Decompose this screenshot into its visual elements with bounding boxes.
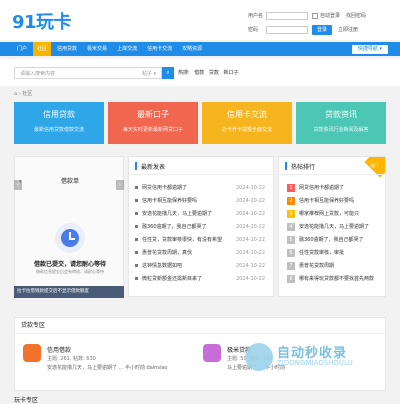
list-item[interactable]: 信用卡相互能保养好要吗 2024-10-22 bbox=[135, 194, 273, 207]
nav-item-guides[interactable]: 攻略资源 bbox=[178, 42, 206, 56]
search-input[interactable]: 请输入搜索内容 帖子 ▾ bbox=[14, 67, 162, 79]
latest-posts-panel: 最新发表 网贷信用卡都逾期了 2024-10-22 信用卡相互能保养好要吗 2024… bbox=[128, 156, 274, 297]
nav-item-community[interactable]: 社区 bbox=[33, 42, 52, 56]
card-desc: 办卡养卡提额全面交流 bbox=[221, 127, 272, 133]
forum-name[interactable]: 信用借款 bbox=[47, 345, 71, 354]
quick-nav-button[interactable]: 快捷导航 ▾ bbox=[351, 45, 388, 54]
rank-item[interactable]: 8 哪有来得玩贷款都不要找首先两款 bbox=[287, 272, 385, 285]
card-desc: 每天实时更新最新网贷口子 bbox=[122, 127, 183, 133]
hot-posts-panel: 热门 热帖排行 1 网贷信用卡都逾期了 2 信用卡相互能保养好要吗 3 哪家推荐网上贷… bbox=[278, 156, 386, 297]
breadcrumb-text[interactable]: › 社区 bbox=[19, 91, 33, 97]
slider-image: ‹ 借款单 借款已提交，请您耐心等待 借款信息提交后会有审核，请耐心等待 bbox=[15, 157, 123, 296]
search-icon: ⌕ bbox=[166, 69, 170, 76]
list-item[interactable]: 网贷信用卡都逾期了 2024-10-22 bbox=[135, 181, 273, 194]
hot-search: 热搜: 借款 贷款 新口子 bbox=[178, 69, 242, 76]
credit-loan-icon bbox=[23, 344, 41, 362]
auto-login-checkbox[interactable] bbox=[312, 12, 318, 19]
breadcrumb: ⌂ › 社区 bbox=[14, 90, 32, 97]
search-button[interactable]: ⌕ bbox=[162, 67, 174, 79]
hot-posts-title: 热帖排行 bbox=[291, 164, 316, 171]
slider-next-button[interactable]: › bbox=[116, 180, 124, 190]
search-placeholder: 请输入搜索内容 bbox=[20, 71, 56, 77]
category-cards: 信用贷款 最新信用贷款借款交流 最新口子 每天实时更新最新网贷口子 信用卡交流 … bbox=[14, 102, 386, 144]
chevron-down-icon: ▾ bbox=[379, 46, 382, 52]
rank-item[interactable]: 6 任性贷款审核，审批 bbox=[287, 246, 385, 259]
card-loan-news[interactable]: 贷款资讯 贷款资讯行业新闻及解答 bbox=[296, 102, 386, 144]
slider-status-desc: 借款信息提交后会有审核，请耐心等待 bbox=[36, 269, 104, 274]
jimi-loan-icon bbox=[203, 344, 221, 362]
quick-nav-label: 快捷导航 bbox=[357, 46, 378, 52]
card-title: 信用卡交流 bbox=[227, 110, 267, 119]
rank-item[interactable]: 1 网贷信用卡都逾期了 bbox=[287, 181, 385, 194]
list-item[interactable]: 这钟情急数据如吧 2024-10-22 bbox=[135, 259, 273, 272]
slider-prev-button[interactable]: ‹ bbox=[14, 180, 22, 190]
card-title: 信用贷款 bbox=[43, 110, 75, 119]
card-latest-offers[interactable]: 最新口子 每天实时更新最新网贷口子 bbox=[108, 102, 198, 144]
list-item[interactable]: 任性贷，贷款审核很快，有没有希望 2024-10-22 bbox=[135, 233, 273, 246]
login-button[interactable]: 登录 bbox=[312, 24, 333, 35]
username-input[interactable] bbox=[266, 11, 308, 20]
list-item[interactable]: 微粒贷新额金还需新目来了 2024-10-22 bbox=[135, 272, 273, 285]
forum-meta: 主题: 261, 帖数: 630 bbox=[47, 356, 96, 362]
card-title: 最新口子 bbox=[137, 110, 169, 119]
hot-term-1[interactable]: 借款 bbox=[194, 70, 204, 76]
watermark-subtext: ZIDONGMIAOSHOULU bbox=[277, 359, 353, 367]
password-label: 密码 bbox=[248, 27, 259, 33]
search-bar: 请输入搜索内容 帖子 ▾ ⌕ 热搜: 借款 贷款 新口子 bbox=[0, 59, 400, 86]
logo-text[interactable]: 91玩卡 bbox=[12, 12, 72, 33]
password-input[interactable] bbox=[266, 25, 308, 34]
slider-caption[interactable]: 拉卡拉借钱款提交后不显示借款额度 bbox=[14, 286, 124, 298]
watermark-logo-icon bbox=[245, 343, 273, 371]
search-scope-select[interactable]: 帖子 ▾ bbox=[142, 70, 156, 77]
list-item[interactable]: 安逸花能撸几天，马上要逾期了 2024-10-22 bbox=[135, 207, 273, 220]
site-logo[interactable]: 91玩卡 bbox=[12, 8, 72, 34]
nav-item-credit-card[interactable]: 信用卡交流 bbox=[143, 42, 176, 56]
register-link[interactable]: 立即注册 bbox=[338, 26, 358, 33]
card-desc: 最新信用贷款借款交流 bbox=[33, 127, 84, 133]
card-credit-card[interactable]: 信用卡交流 办卡养卡提额全面交流 bbox=[202, 102, 292, 144]
card-credit-loans[interactable]: 信用贷款 最新信用贷款借款交流 bbox=[14, 102, 104, 144]
rank-item[interactable]: 3 哪家推荐网上贷款，可能只 bbox=[287, 207, 385, 220]
clock-icon bbox=[55, 223, 85, 253]
nav-item-portal[interactable]: 门户 bbox=[13, 42, 31, 56]
main-nav: 门户 社区 信用贷款 极米交易 上岸交流 信用卡交流 攻略资源 快捷导航 ▾ bbox=[0, 42, 400, 56]
card-desc: 贷款资讯行业新闻及解答 bbox=[313, 127, 369, 133]
list-item[interactable]: 融360逾期了，我自己都哭了 2024-10-22 bbox=[135, 220, 273, 233]
card-title: 贷款资讯 bbox=[325, 110, 357, 119]
rank-item[interactable]: 2 信用卡相互能保养好要吗 bbox=[287, 194, 385, 207]
forgot-password-link[interactable]: 找回密码 bbox=[346, 12, 366, 19]
hot-term-3[interactable]: 新口子 bbox=[224, 70, 239, 76]
loan-zone-title: 贷款专区 bbox=[15, 318, 385, 334]
forum-item-credit-loan[interactable]: 信用借款 主题: 261, 帖数: 630 安逸花能撸几天，马上要逾期了 ...… bbox=[23, 344, 173, 384]
site-header: 91玩卡 用户名 自动登录 找回密码 密码 登录 立即注册 bbox=[0, 0, 400, 40]
latest-posts-title: 最新发表 bbox=[141, 164, 166, 171]
list-item[interactable]: 惠普花贷款周期，真伐 2024-10-22 bbox=[135, 246, 273, 259]
rank-item[interactable]: 4 安逸花能撸几天，马上要逾期了 bbox=[287, 220, 385, 233]
nav-item-credit-loans[interactable]: 信用贷款 bbox=[53, 42, 81, 56]
login-form: 用户名 自动登录 找回密码 密码 登录 立即注册 bbox=[248, 10, 398, 38]
hot-term-2[interactable]: 贷款 bbox=[209, 70, 219, 76]
forum-last-post[interactable]: 安逸花能撸几天，马上要逾期了 ... 半小时前 dalnsiao bbox=[47, 364, 167, 371]
slider-status-title: 借款已提交，请您耐心等待 bbox=[33, 261, 106, 268]
home-icon[interactable]: ⌂ bbox=[14, 91, 17, 97]
rank-item[interactable]: 7 惠普花贷款周期 bbox=[287, 259, 385, 272]
nav-item-shore-exchange[interactable]: 上岸交流 bbox=[113, 42, 141, 56]
nav-item-jimi-trade[interactable]: 极米交易 bbox=[83, 42, 111, 56]
slider-page-title: 借款单 bbox=[60, 178, 79, 185]
hot-search-label: 热搜: bbox=[178, 70, 190, 76]
username-label: 用户名 bbox=[248, 13, 264, 19]
auto-login-label: 自动登录 bbox=[320, 13, 341, 19]
watermark: 自动秒收录 ZIDONGMIAOSHOULU bbox=[245, 339, 395, 379]
rank-item[interactable]: 5 融360逾期了，我自己都哭了 bbox=[287, 233, 385, 246]
image-slider[interactable]: ‹ 借款单 借款已提交，请您耐心等待 借款信息提交后会有审核，请耐心等待 bbox=[14, 156, 124, 297]
